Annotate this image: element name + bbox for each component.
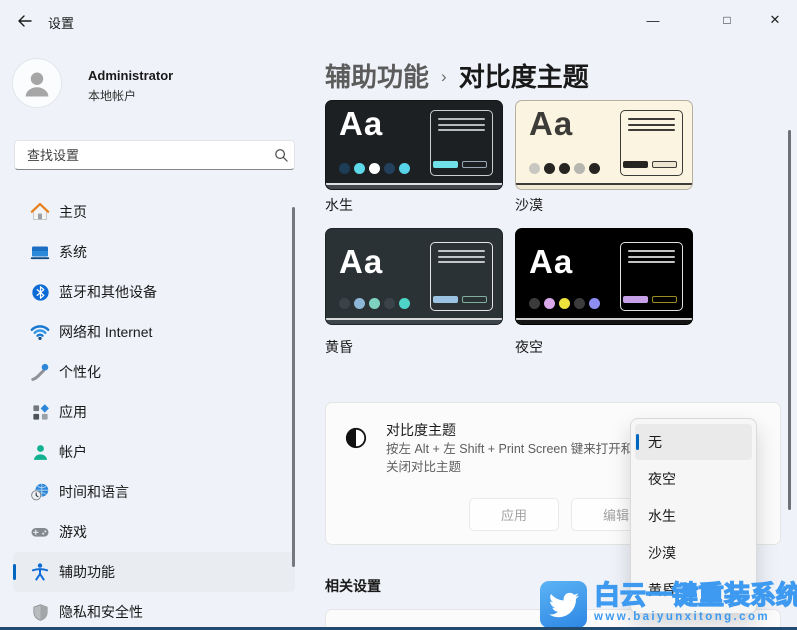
time-language-icon	[30, 482, 50, 502]
dropdown-option-label: 沙漠	[648, 543, 676, 563]
person-icon	[20, 66, 54, 100]
apply-button[interactable]: 应用	[469, 498, 559, 531]
breadcrumb-parent[interactable]: 辅助功能	[325, 57, 429, 94]
sidebar-item-gaming[interactable]: 游戏	[13, 512, 295, 552]
sidebar-item-personalization[interactable]: 个性化	[13, 352, 295, 392]
bluetooth-icon	[30, 282, 50, 302]
selected-accent-bar	[13, 564, 16, 580]
setting-title: 对比度主题	[386, 420, 456, 440]
selected-accent-bar	[636, 434, 639, 450]
theme-mini-dialog	[620, 110, 683, 176]
sidebar-item-accessibility[interactable]: 辅助功能	[13, 552, 295, 592]
contrast-icon	[345, 427, 367, 449]
contrast-theme-dropdown: 无 夜空 水生 沙漠 黄昏	[630, 418, 757, 614]
avatar[interactable]	[12, 58, 62, 108]
breadcrumb-separator-icon: ›	[441, 67, 447, 87]
dropdown-option-nightsky[interactable]: 夜空	[635, 461, 752, 497]
theme-label-dusk: 黄昏	[325, 337, 353, 357]
theme-mini-dialog	[430, 110, 493, 176]
dropdown-option-label: 黄昏	[648, 580, 676, 600]
sidebar-item-label: 隐私和安全性	[59, 602, 143, 622]
sidebar-item-accounts[interactable]: 帐户	[13, 432, 295, 472]
back-button[interactable]	[12, 10, 38, 32]
sidebar-item-label: 网络和 Internet	[59, 322, 152, 342]
theme-card-desert[interactable]: Aa	[515, 100, 693, 190]
theme-taskbar-strip	[516, 318, 692, 324]
wifi-icon	[30, 322, 50, 342]
theme-mini-dialog	[620, 242, 683, 311]
theme-color-dots	[529, 298, 600, 309]
breadcrumb: 辅助功能 › 对比度主题	[325, 57, 589, 94]
user-name: Administrator	[88, 68, 173, 83]
dropdown-option-aquatic[interactable]: 水生	[635, 498, 752, 534]
dropdown-option-label: 无	[648, 432, 662, 452]
dropdown-option-label: 夜空	[648, 469, 676, 489]
minimize-button[interactable]: —	[630, 4, 676, 36]
theme-sample-text: Aa	[339, 243, 383, 281]
sidebar-item-label: 系统	[59, 242, 87, 262]
dropdown-option-desert[interactable]: 沙漠	[635, 535, 752, 571]
theme-card-nightsky[interactable]: Aa	[515, 228, 693, 325]
page-title: 对比度主题	[459, 57, 589, 94]
theme-sample-text: Aa	[529, 243, 573, 281]
system-icon	[30, 242, 50, 262]
settings-window: 设置 — □ ✕ Administrator 本地帐户 主页 系统	[0, 0, 797, 630]
setting-description: 按左 Alt + 左 Shift + Print Screen 键来打开和关闭对…	[386, 440, 636, 476]
theme-mini-dialog	[430, 242, 493, 311]
maximize-button[interactable]: □	[704, 4, 750, 36]
sidebar-item-network[interactable]: 网络和 Internet	[13, 312, 295, 352]
sidebar-item-label: 应用	[59, 402, 87, 422]
theme-sample-text: Aa	[529, 105, 573, 143]
theme-color-dots	[339, 298, 410, 309]
sidebar-item-label: 蓝牙和其他设备	[59, 282, 157, 302]
sidebar-item-bluetooth[interactable]: 蓝牙和其他设备	[13, 272, 295, 312]
sidebar-item-label: 辅助功能	[59, 562, 115, 582]
sidebar-item-system[interactable]: 系统	[13, 232, 295, 272]
dropdown-option-label: 水生	[648, 506, 676, 526]
theme-card-aquatic[interactable]: Aa	[325, 100, 503, 190]
theme-taskbar-strip	[326, 183, 502, 189]
search-icon[interactable]	[268, 148, 294, 163]
app-title: 设置	[48, 13, 74, 32]
brush-icon	[30, 362, 50, 382]
sidebar-nav: 主页 系统 蓝牙和其他设备 网络和 Internet 个性化 应用	[0, 192, 300, 630]
theme-color-dots	[529, 163, 600, 174]
shield-icon	[30, 602, 50, 622]
sidebar-item-privacy[interactable]: 隐私和安全性	[13, 592, 295, 630]
accessibility-icon	[30, 562, 50, 582]
theme-card-dusk[interactable]: Aa	[325, 228, 503, 325]
sidebar-item-label: 个性化	[59, 362, 101, 382]
sidebar-scrollbar[interactable]	[292, 207, 295, 567]
dropdown-option-dusk[interactable]: 黄昏	[635, 572, 752, 608]
titlebar: 设置 — □ ✕	[0, 0, 797, 40]
sidebar-item-time-language[interactable]: 时间和语言	[13, 472, 295, 512]
dropdown-option-none[interactable]: 无	[635, 424, 752, 460]
theme-taskbar-strip	[516, 183, 692, 189]
sidebar-item-label: 游戏	[59, 522, 87, 542]
sidebar: Administrator 本地帐户 主页 系统 蓝牙和其他设备	[0, 40, 300, 630]
related-settings-heading: 相关设置	[325, 576, 381, 596]
back-arrow-icon	[17, 13, 33, 29]
theme-color-dots	[339, 163, 410, 174]
theme-label-desert: 沙漠	[515, 195, 543, 215]
sidebar-item-home[interactable]: 主页	[13, 192, 295, 232]
sidebar-item-label: 主页	[59, 202, 87, 222]
theme-label-nightsky: 夜空	[515, 337, 543, 357]
account-icon	[30, 442, 50, 462]
theme-taskbar-strip	[326, 318, 502, 324]
search-box	[14, 140, 295, 170]
theme-label-aquatic: 水生	[325, 195, 353, 215]
sidebar-item-apps[interactable]: 应用	[13, 392, 295, 432]
close-button[interactable]: ✕	[754, 4, 796, 36]
home-icon	[30, 202, 50, 222]
sidebar-item-label: 帐户	[59, 442, 87, 462]
search-input[interactable]	[15, 148, 268, 163]
theme-sample-text: Aa	[339, 105, 383, 143]
user-account-type: 本地帐户	[88, 87, 136, 104]
sidebar-item-label: 时间和语言	[59, 482, 129, 502]
gamepad-icon	[30, 522, 50, 542]
main-scrollbar[interactable]	[788, 130, 791, 510]
apps-icon	[30, 402, 50, 422]
